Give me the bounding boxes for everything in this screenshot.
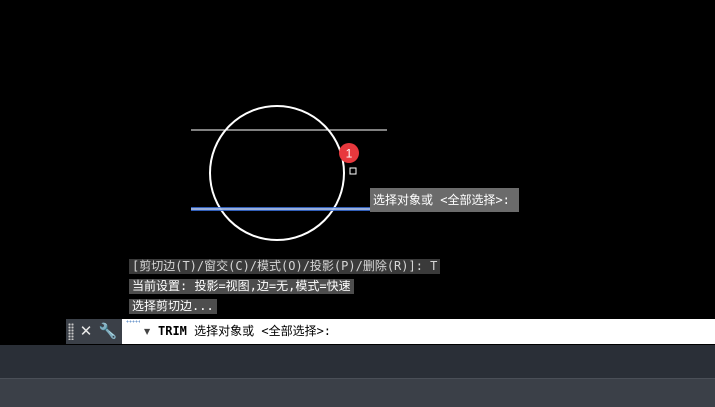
step-marker-label: 1 [346, 147, 353, 161]
command-line-toolbar: ✕ 🔧 [66, 319, 122, 344]
drag-handle-icon[interactable] [68, 323, 74, 340]
close-icon[interactable]: ✕ [76, 319, 96, 344]
circle-entity[interactable] [209, 105, 345, 241]
status-bar [0, 378, 715, 407]
recent-commands-dots-icon [126, 320, 140, 323]
wrench-icon[interactable]: 🔧 [98, 319, 118, 344]
drawing-canvas[interactable]: 1 [0, 0, 715, 345]
command-history-line: [剪切边(T)/窗交(C)/模式(O)/投影(P)/删除(R)]: T [129, 259, 441, 274]
command-prompt: TRIM 选择对象或 <全部选择>: [158, 319, 331, 344]
command-line-input[interactable]: ▼ TRIM 选择对象或 <全部选择>: [122, 319, 715, 344]
layout-tabs-bar [0, 345, 715, 378]
command-prompt-text: 选择对象或 <全部选择>: [186, 324, 332, 338]
command-keyword: TRIM [158, 324, 187, 338]
step-marker: 1 [339, 143, 359, 163]
recent-commands-dropdown-icon[interactable]: ▼ [144, 319, 150, 344]
command-history-line: 当前设置: 投影=视图,边=无,模式=快速 [129, 279, 354, 294]
command-history-line: 选择剪切边... [129, 299, 217, 314]
pickbox-cursor [349, 167, 357, 175]
dynamic-input-tooltip: 选择对象或 <全部选择>: [370, 188, 519, 212]
